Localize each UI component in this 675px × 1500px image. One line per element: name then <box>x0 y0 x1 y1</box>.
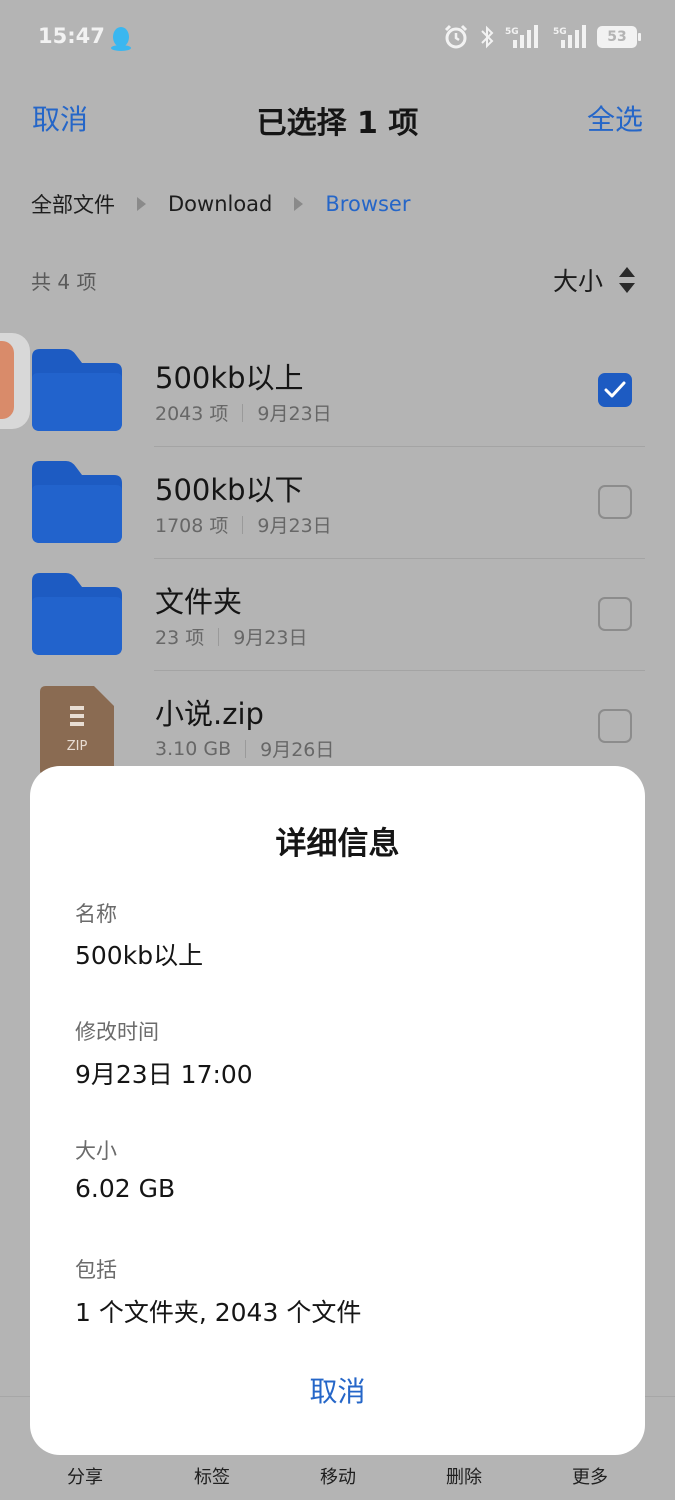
meta-divider <box>242 515 244 534</box>
status-time: 15:47 <box>38 24 105 48</box>
action-bar: 取消 已选择 1 项 全选 <box>0 90 675 146</box>
file-date: 9月23日 <box>233 627 308 649</box>
meta-divider <box>218 627 220 646</box>
file-meta: 3.10 GB 9月26日 <box>155 735 334 762</box>
file-date: 9月23日 <box>257 515 332 537</box>
file-date: 9月23日 <box>257 403 332 425</box>
file-info: 3.10 GB <box>155 737 232 760</box>
breadcrumb-browser[interactable]: Browser <box>325 192 410 216</box>
list-item[interactable]: 500kb以上 2043 项 9月23日 <box>0 335 675 447</box>
screen: 15:47 5G 5G 53 取消 已选择 1 项 全选 全部文件 Downlo… <box>0 0 675 1500</box>
zip-icon-label: ZIP <box>67 739 88 754</box>
chevron-right-icon <box>137 197 146 211</box>
file-date: 9月26日 <box>260 739 335 761</box>
includes-value: 1 个文件夹, 2043 个文件 <box>75 1298 362 1327</box>
floating-app-icon <box>0 341 14 419</box>
breadcrumb-all-files[interactable]: 全部文件 <box>31 189 115 219</box>
status-bar: 15:47 5G 5G 53 <box>0 0 675 80</box>
sort-arrows-icon <box>619 265 635 295</box>
select-all-button[interactable]: 全选 <box>587 98 643 138</box>
zip-file-icon: ZIP <box>40 686 114 776</box>
file-name: 文件夹 <box>155 585 243 619</box>
includes-label: 包括 <box>75 1258 117 1282</box>
sort-label: 大小 <box>552 267 603 296</box>
list-item[interactable]: 文件夹 23 项 9月23日 <box>0 559 675 671</box>
file-meta: 2043 项 9月23日 <box>155 399 332 426</box>
alarm-icon <box>444 24 468 49</box>
list-item[interactable]: 500kb以下 1708 项 9月23日 <box>0 447 675 559</box>
tag-button[interactable]: 标签 <box>172 1463 252 1489</box>
checkbox-checked[interactable] <box>598 373 632 407</box>
floating-side-widget[interactable] <box>0 333 30 429</box>
file-info: 1708 项 <box>155 515 229 537</box>
dialog-title: 详细信息 <box>275 826 400 862</box>
size-label: 大小 <box>75 1139 117 1163</box>
folder-icon <box>32 349 122 431</box>
file-list: 500kb以上 2043 项 9月23日 500kb以下 1708 项 9月23… <box>0 335 675 783</box>
file-name: 500kb以上 <box>155 361 304 395</box>
name-label: 名称 <box>75 902 117 926</box>
folder-icon <box>32 461 122 543</box>
modified-time-label: 修改时间 <box>75 1020 159 1044</box>
meta-divider <box>242 403 244 422</box>
svg-text:5G: 5G <box>505 27 519 37</box>
file-info: 23 项 <box>155 627 205 649</box>
item-count: 共 4 项 <box>31 270 97 294</box>
breadcrumb: 全部文件 Download Browser <box>31 186 411 222</box>
size-value: 6.02 GB <box>75 1174 176 1203</box>
svg-text:5G: 5G <box>553 27 567 37</box>
file-info: 2043 项 <box>155 403 229 425</box>
move-button[interactable]: 移动 <box>298 1463 378 1489</box>
bluetooth-icon <box>481 25 494 49</box>
folder-icon <box>32 573 122 655</box>
signal-5g-icon: 5G <box>505 25 538 48</box>
file-meta: 1708 项 9月23日 <box>155 511 332 538</box>
page-title: 已选择 1 项 <box>256 106 419 141</box>
share-button[interactable]: 分享 <box>45 1463 125 1489</box>
details-dialog: 详细信息 名称 500kb以上 修改时间 9月23日 17:00 大小 6.02… <box>30 766 645 1455</box>
battery-icon: 53 <box>597 26 641 48</box>
delete-button[interactable]: 删除 <box>424 1463 504 1489</box>
file-name: 500kb以下 <box>155 473 304 507</box>
meta-divider <box>245 739 247 758</box>
name-value: 500kb以上 <box>75 941 204 970</box>
signal-5g-icon-2: 5G <box>553 25 586 48</box>
modified-time-value: 9月23日 17:00 <box>75 1060 253 1089</box>
sort-button[interactable]: 大小 <box>553 262 635 298</box>
file-meta: 23 项 9月23日 <box>155 623 307 650</box>
breadcrumb-download[interactable]: Download <box>168 192 272 216</box>
status-icons: 5G 5G 53 <box>443 24 641 50</box>
checkmark-icon <box>604 381 626 398</box>
file-name: 小说.zip <box>155 697 264 731</box>
checkbox[interactable] <box>598 709 632 743</box>
chevron-right-icon <box>294 197 304 211</box>
qq-penguin-icon <box>111 27 131 51</box>
dialog-cancel-button[interactable]: 取消 <box>30 1370 645 1410</box>
checkbox[interactable] <box>598 597 632 631</box>
more-button[interactable]: 更多 <box>550 1463 630 1489</box>
checkbox[interactable] <box>598 485 632 519</box>
